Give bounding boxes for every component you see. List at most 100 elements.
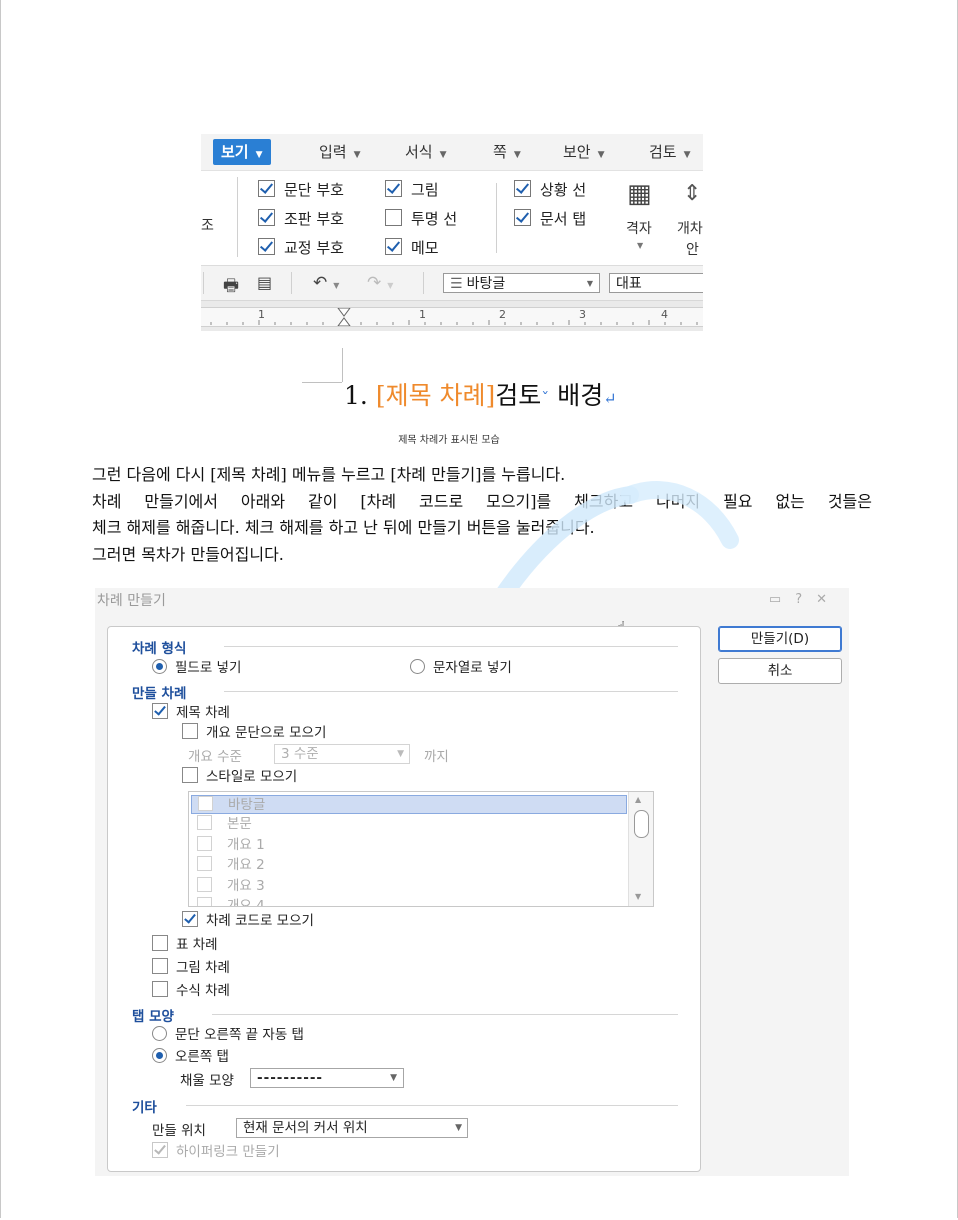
- checkbox-icon: [514, 180, 531, 197]
- list-item[interactable]: 개요 2: [191, 856, 627, 875]
- listbox-scrollbar[interactable]: ▲ ▼: [628, 792, 653, 906]
- check-picture[interactable]: 그림: [385, 179, 439, 201]
- style-combo[interactable]: ☰ 바탕글 ▼: [443, 273, 600, 293]
- check-picture-toc[interactable]: 그림 차례: [152, 958, 230, 976]
- fill-select[interactable]: ---------- ▼: [250, 1068, 404, 1088]
- checkbox-icon: [182, 911, 198, 927]
- check-doc-tab[interactable]: 문서 탭: [514, 208, 586, 230]
- menu-page[interactable]: 쪽 ▼: [485, 139, 529, 165]
- radio-icon: [152, 1048, 167, 1063]
- checkbox-icon: [197, 856, 212, 871]
- check-transparent-line[interactable]: 투명 선: [385, 208, 457, 230]
- toc-mark-text: [제목 차례]: [375, 381, 496, 410]
- scroll-thumb[interactable]: [634, 810, 649, 838]
- check-layout-mark[interactable]: 조판 부호: [258, 208, 344, 230]
- cancel-button[interactable]: 취소: [718, 658, 842, 684]
- make-button[interactable]: 만들기(D): [718, 626, 842, 652]
- chevron-down-icon: ▼: [439, 150, 447, 160]
- preview-icon[interactable]: ▤: [257, 273, 272, 292]
- style-listbox[interactable]: 바탕글 본문 개요 1 개요 2 개요 3 개요 4 ▲ ▼: [188, 791, 654, 907]
- menu-format[interactable]: 서식 ▼: [397, 139, 455, 165]
- checkbox-icon: [258, 238, 275, 255]
- chevron-down-icon: ▼: [353, 150, 361, 160]
- fill-label: 채울 모양: [180, 1073, 234, 1089]
- ruler-number: 2: [499, 308, 506, 321]
- section-divider: [186, 1105, 678, 1106]
- paragraph-line: 차례 만들기에서 아래와 같이 [차례 코드로 모으기]를 체크하고 나머지 필…: [92, 491, 872, 511]
- ruler-number: 4: [661, 308, 668, 321]
- checkbox-icon: [385, 209, 402, 226]
- check-formula-toc[interactable]: 수식 차례: [152, 981, 230, 999]
- toc-heading-example: 1. [제목 차례]검토ˇ 배경↵: [344, 381, 617, 410]
- style-icon: ☰: [450, 276, 463, 292]
- check-paragraph-mark[interactable]: 문단 부호: [258, 179, 344, 201]
- menu-review[interactable]: 검토 ▼: [641, 139, 699, 165]
- dialog-titlebar: 차례 만들기 ▭?✕: [95, 588, 849, 614]
- check-hyperlink[interactable]: 하이퍼링크 만들기: [152, 1142, 280, 1160]
- grid-icon[interactable]: ▦: [627, 179, 652, 209]
- chevron-down-icon: ▼: [255, 150, 263, 160]
- checkbox-icon: [152, 1142, 168, 1158]
- section-title: 만들 차례: [132, 686, 187, 702]
- radio-string-insert[interactable]: 문자열로 넣기: [410, 659, 512, 677]
- checkbox-icon: [385, 238, 402, 255]
- radio-auto-tab[interactable]: 문단 오른쪽 끝 자동 탭: [152, 1026, 304, 1044]
- checkbox-icon: [152, 935, 168, 951]
- radio-field-insert[interactable]: 필드로 넣기: [152, 659, 241, 677]
- list-item[interactable]: 개요 4: [191, 897, 627, 906]
- grid-label[interactable]: 격자: [626, 218, 652, 238]
- help-icon[interactable]: ?: [795, 592, 816, 607]
- section-divider: [224, 691, 678, 692]
- ruler-ticks: [210, 308, 698, 326]
- scroll-up-icon[interactable]: ▲: [635, 795, 641, 804]
- location-select[interactable]: 현재 문서의 커서 위치 ▼: [236, 1118, 468, 1138]
- check-status-line[interactable]: 상황 선: [514, 179, 586, 201]
- menu-security[interactable]: 보안 ▼: [555, 139, 613, 165]
- print-icon[interactable]: 🖶: [223, 273, 239, 302]
- outline-level-select[interactable]: 3 수준 ▼: [274, 744, 410, 764]
- undo-icon[interactable]: ↶ ▼: [313, 273, 339, 293]
- minimize-icon[interactable]: ▭: [769, 592, 795, 607]
- close-icon[interactable]: ✕: [816, 592, 841, 607]
- check-code-collect[interactable]: 차례 코드로 모으기: [182, 911, 314, 929]
- checkbox-icon: [152, 958, 168, 974]
- object-label-2: 안: [686, 242, 699, 258]
- ruler: 1 1 2 3 4: [201, 301, 703, 331]
- menu-view[interactable]: 보기 ▼: [213, 139, 271, 165]
- checkbox-icon: [197, 877, 212, 892]
- list-item[interactable]: 개요 1: [191, 836, 627, 855]
- check-title-toc[interactable]: 제목 차례: [152, 703, 230, 721]
- menu-insert[interactable]: 입력 ▼: [311, 139, 369, 165]
- check-table-toc[interactable]: 표 차례: [152, 935, 218, 953]
- figure-caption: 제목 차례가 표시된 모습: [398, 435, 500, 446]
- checkbox-icon: [514, 209, 531, 226]
- object-icon[interactable]: ⇕: [683, 181, 701, 206]
- checkbox-icon: [152, 981, 168, 997]
- divider: [291, 272, 292, 294]
- chevron-down-icon: ▼: [397, 749, 404, 759]
- chevron-down-icon: ▼: [683, 150, 691, 160]
- partial-label: 조: [201, 218, 214, 234]
- checkbox-icon: [258, 209, 275, 226]
- chevron-down-icon: ▼: [597, 150, 605, 160]
- list-item[interactable]: 본문: [191, 815, 627, 834]
- check-outline-collect[interactable]: 개요 문단으로 모으기: [182, 723, 326, 741]
- scroll-down-icon[interactable]: ▼: [635, 892, 641, 901]
- redo-icon[interactable]: ↷ ▼: [367, 273, 393, 293]
- until-label: 까지: [424, 749, 449, 765]
- divider: [423, 272, 424, 294]
- section-title: 탭 모양: [132, 1009, 174, 1025]
- divider: [237, 177, 238, 257]
- list-item[interactable]: 개요 3: [191, 877, 627, 896]
- chevron-down-icon: ▼: [586, 279, 593, 288]
- toolbar: 🖶 ▤ ↶ ▼ ↷ ▼ ☰ 바탕글 ▼ 대표: [201, 266, 703, 301]
- check-memo[interactable]: 메모: [385, 237, 439, 259]
- check-style-collect[interactable]: 스타일로 모으기: [182, 767, 297, 785]
- checkbox-icon: [258, 180, 275, 197]
- check-proof-mark[interactable]: 교정 부호: [258, 237, 344, 259]
- font-combo[interactable]: 대표: [609, 273, 703, 293]
- paragraph-line: 그러면 목차가 만들어집니다.: [92, 544, 284, 564]
- radio-right-tab[interactable]: 오른쪽 탭: [152, 1048, 229, 1066]
- object-label[interactable]: 개차: [677, 218, 703, 238]
- list-item[interactable]: 바탕글: [191, 795, 627, 814]
